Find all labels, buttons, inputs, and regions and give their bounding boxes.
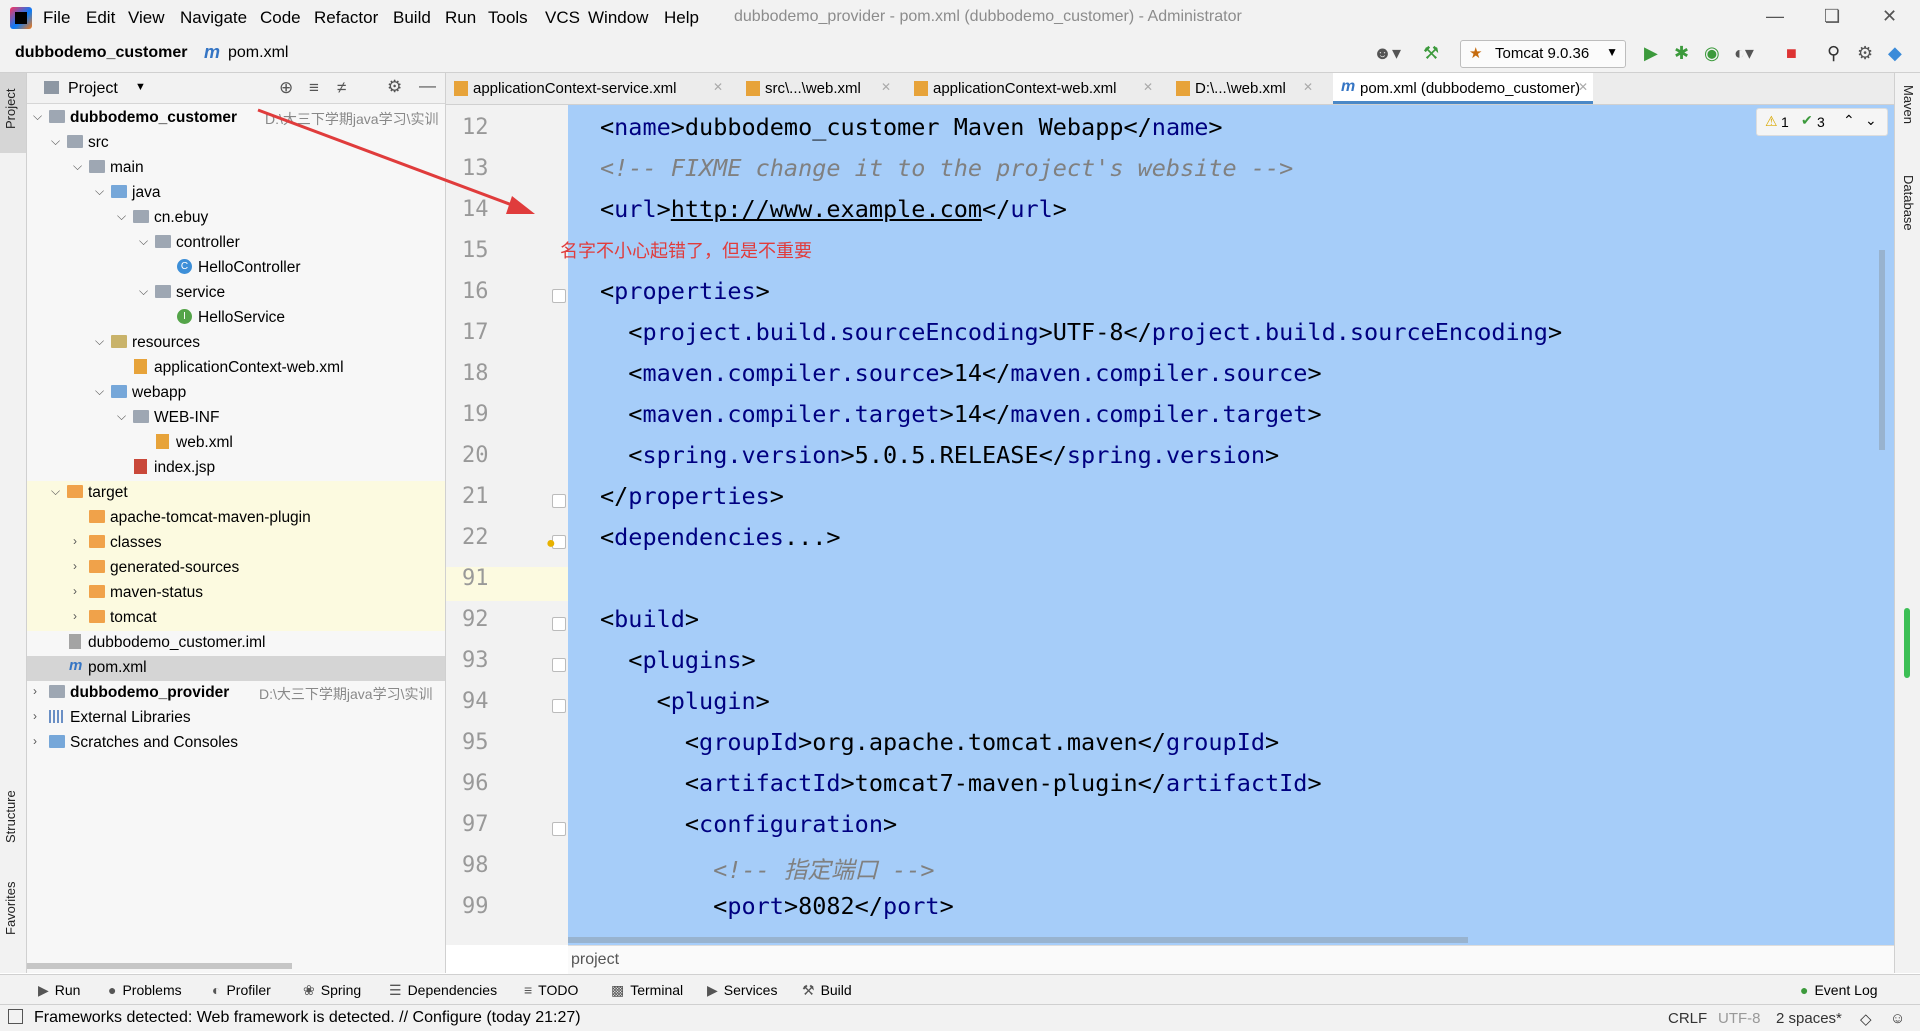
problems-icon: ● [108, 982, 117, 998]
build-tool-button[interactable]: ⚒ Build [802, 982, 852, 999]
run-tool-button[interactable]: ▶ Run [38, 982, 80, 999]
status-message[interactable]: Frameworks detected: Web framework is de… [34, 1009, 581, 1027]
problems-tool-button[interactable]: ● Problems [108, 982, 182, 998]
todo-tool-button[interactable]: ≡ TODO [524, 982, 578, 998]
annotation-text: 名字不小心起错了，但是不重要 [560, 241, 812, 261]
services-icon: ▶ [707, 982, 718, 998]
services-tool-button[interactable]: ▶ Services [707, 982, 777, 999]
lock-icon[interactable]: ◇ [1860, 1010, 1872, 1028]
encoding-indicator[interactable]: UTF-8 [1718, 1010, 1761, 1027]
profiler-tool-button[interactable]: ◐ Profiler [212, 982, 271, 998]
annotation-arrow [257, 108, 535, 214]
line-separator-indicator[interactable]: CRLF [1668, 1010, 1707, 1027]
indent-indicator[interactable]: 2 spaces* [1776, 1010, 1842, 1027]
inspector-icon[interactable]: ☺ [1890, 1010, 1905, 1027]
profiler-icon: ◐ [212, 982, 221, 998]
dependencies-tool-button[interactable]: ☰ Dependencies [389, 982, 497, 999]
spring-tool-button[interactable]: ❀ Spring [303, 982, 361, 999]
bottom-tool-bar: ▶ Run ● Problems ◐ Profiler ❀ Spring ☰ Depend… [0, 974, 1920, 1005]
terminal-tool-button[interactable]: ▩ Terminal [611, 982, 683, 999]
status-bar: Frameworks detected: Web framework is de… [0, 1004, 1920, 1031]
event-log-button[interactable]: ● Event Log [1800, 982, 1878, 998]
terminal-icon: ▩ [611, 982, 625, 998]
event-log-icon: ● [1800, 982, 1809, 998]
todo-icon: ≡ [524, 982, 533, 998]
run-icon: ▶ [38, 982, 49, 998]
panel-toggle-icon[interactable] [8, 1009, 23, 1024]
dependencies-icon: ☰ [389, 982, 402, 998]
build-hammer-icon: ⚒ [802, 982, 815, 998]
spring-icon: ❀ [303, 982, 315, 998]
